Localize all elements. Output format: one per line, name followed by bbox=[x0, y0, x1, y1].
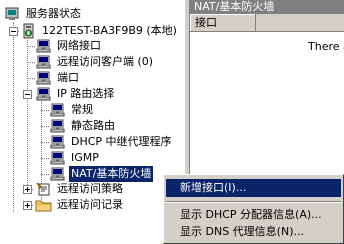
details-pane-title: NAT/基本防火墙 bbox=[190, 0, 344, 14]
menu-item-show-dhcp-allocator[interactable]: 显示 DHCP 分配器信息(A)... bbox=[166, 206, 341, 224]
tree-line bbox=[41, 174, 49, 175]
tree-line bbox=[41, 110, 49, 111]
tree-item-label: 端口 bbox=[57, 71, 79, 84]
general-icon bbox=[49, 102, 67, 118]
tree-item-general[interactable]: 常规 bbox=[49, 102, 179, 118]
tree-item-ports[interactable]: 端口 bbox=[35, 70, 175, 86]
column-header-interface[interactable]: 接口 bbox=[190, 14, 256, 31]
tree-item-label: 静态路由 bbox=[71, 119, 115, 132]
server-icon bbox=[20, 23, 38, 39]
tree-item-dhcp-relay[interactable]: DHCP 中继代理程序 bbox=[49, 134, 184, 150]
tree-line bbox=[41, 142, 49, 143]
menu-separator bbox=[166, 201, 341, 203]
tree-item-label: NAT/基本防火墙 bbox=[69, 166, 154, 182]
tree-line bbox=[13, 22, 14, 212]
context-menu: 新增接口(I)... 显示 DHCP 分配器信息(A)... 显示 DNS 代理… bbox=[163, 174, 344, 244]
tree-item-label: 122TEST-BA3F9B9 (本地) bbox=[42, 24, 177, 37]
tree-line bbox=[27, 46, 35, 47]
tree-line bbox=[27, 62, 35, 63]
nat-firewall-icon bbox=[49, 166, 67, 182]
igmp-icon bbox=[49, 150, 67, 166]
tree-line bbox=[41, 126, 49, 127]
tree-item-network-interfaces[interactable]: 网络接口 bbox=[35, 38, 175, 54]
top-clip bbox=[0, 0, 184, 4]
tree-item-remote-clients[interactable]: 远程访问客户端 (0) bbox=[35, 54, 184, 70]
tree-line bbox=[41, 158, 49, 159]
tree-line bbox=[27, 78, 35, 79]
tree-item-static-routes[interactable]: 静态路由 bbox=[49, 118, 179, 134]
tree-item-label: IGMP bbox=[71, 151, 99, 164]
network-interface-icon bbox=[35, 38, 53, 54]
menu-item-new-interface[interactable]: 新增接口(I)... bbox=[166, 179, 341, 197]
tree-item-igmp[interactable]: IGMP bbox=[49, 150, 179, 166]
ports-icon bbox=[35, 70, 53, 86]
static-routes-icon bbox=[49, 118, 67, 134]
tree-item-ip-routing[interactable]: IP 路由选择 bbox=[35, 86, 175, 102]
tree-collapse-toggle[interactable] bbox=[23, 90, 32, 99]
remote-clients-icon bbox=[35, 54, 53, 70]
dhcp-relay-icon bbox=[49, 134, 67, 150]
ip-routing-icon bbox=[35, 86, 53, 102]
menu-item-show-dns-proxy[interactable]: 显示 DNS 代理信息(N)... bbox=[166, 223, 341, 241]
tree-item-label: 远程访问策略 bbox=[57, 182, 123, 195]
tree-item-remote-access-logging[interactable]: 远程访问记录 bbox=[35, 197, 175, 213]
tree-item-label: DHCP 中继代理程序 bbox=[71, 135, 172, 148]
tree-expand-toggle[interactable] bbox=[23, 201, 32, 210]
server-status-icon bbox=[4, 6, 22, 22]
tree-item-server-status[interactable]: 服务器状态 bbox=[4, 6, 124, 22]
folder-icon bbox=[35, 197, 53, 213]
tree-item-server[interactable]: 122TEST-BA3F9B9 (本地) bbox=[20, 23, 184, 39]
tree-item-remote-access-policies[interactable]: 远程访问策略 bbox=[35, 181, 175, 197]
tree-item-label: 服务器状态 bbox=[26, 7, 81, 20]
list-column-header-row: 接口 bbox=[190, 14, 344, 32]
tree-collapse-toggle[interactable] bbox=[9, 27, 18, 36]
console-tree: 服务器状态 122TEST-BA3F9B9 (本地) 网络接口 远程访问客户端 … bbox=[0, 0, 184, 244]
tree-item-label: 远程访问记录 bbox=[57, 198, 123, 211]
tree-item-label: IP 路由选择 bbox=[57, 87, 115, 100]
policy-icon bbox=[35, 181, 53, 197]
empty-list-message: There a bbox=[308, 40, 344, 53]
tree-expand-toggle[interactable] bbox=[23, 185, 32, 194]
tree-item-label: 常规 bbox=[71, 103, 93, 116]
tree-item-label: 远程访问客户端 (0) bbox=[57, 55, 154, 68]
tree-item-label: 网络接口 bbox=[57, 39, 101, 52]
